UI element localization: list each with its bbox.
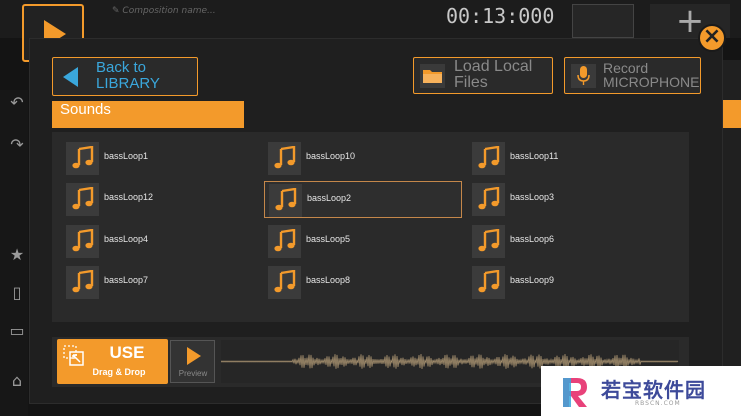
sound-item[interactable]: bassLoop11 xyxy=(468,140,666,177)
load-label: Load Local Files xyxy=(454,59,532,91)
composition-name-field[interactable]: ✎ Composition name... xyxy=(112,6,216,16)
sound-item[interactable]: bassLoop10 xyxy=(264,140,462,177)
left-sidebar: ↶ ↷ ★ ▯ ▭ ⌂ xyxy=(0,90,28,416)
music-note-icon xyxy=(274,146,296,169)
music-note-icon xyxy=(72,229,94,252)
sound-label: bassLoop9 xyxy=(510,275,555,285)
back-label-line1: Back to xyxy=(96,59,147,76)
load-label-line1: Load Local xyxy=(454,58,533,75)
record-microphone-button[interactable]: Record MICROPHONE xyxy=(564,57,701,94)
use-sublabel: Drag & Drop xyxy=(92,367,146,377)
back-label: Back to LIBRARY xyxy=(96,60,160,92)
sound-item[interactable]: bassLoop3 xyxy=(468,181,666,218)
music-note-tile xyxy=(66,183,99,216)
save-icon[interactable] xyxy=(572,4,634,38)
sounds-section-tab: Sounds xyxy=(52,101,244,128)
sound-label: bassLoop12 xyxy=(104,192,154,202)
time-display: 00:13:000 xyxy=(446,4,555,28)
sound-label: bassLoop5 xyxy=(306,234,351,244)
sound-label: bassLoop3 xyxy=(510,192,555,202)
music-note-tile xyxy=(269,184,302,217)
back-arrow-icon xyxy=(63,67,78,87)
sound-item[interactable]: bassLoop5 xyxy=(264,223,462,260)
sound-label: bassLoop11 xyxy=(510,151,559,161)
music-note-icon xyxy=(274,270,296,293)
music-note-tile xyxy=(268,142,301,175)
music-note-tile xyxy=(66,142,99,175)
sound-item[interactable]: bassLoop1 xyxy=(62,140,260,177)
music-note-icon xyxy=(275,188,297,211)
watermark-text: 若宝软件园 xyxy=(601,378,706,402)
sound-label: bassLoop8 xyxy=(306,275,351,285)
undo-icon[interactable]: ↶ xyxy=(8,94,26,112)
sound-label: bassLoop2 xyxy=(307,193,352,203)
music-note-icon xyxy=(478,229,500,252)
music-note-icon xyxy=(72,270,94,293)
folder-icon[interactable]: ▭ xyxy=(8,322,26,340)
star-icon[interactable]: ★ xyxy=(8,246,26,264)
sound-item[interactable]: bassLoop4 xyxy=(62,223,260,260)
sound-item[interactable]: bassLoop2 xyxy=(264,181,462,218)
music-note-tile xyxy=(472,266,505,299)
music-note-tile xyxy=(66,266,99,299)
load-local-files-button[interactable]: Load Local Files xyxy=(413,57,553,94)
home-icon[interactable]: ⌂ xyxy=(8,372,26,390)
use-drag-drop-button[interactable]: USE Drag & Drop xyxy=(57,339,168,384)
sound-label: bassLoop1 xyxy=(104,151,149,161)
record-label-line1: Record xyxy=(603,60,649,76)
sound-label: bassLoop4 xyxy=(104,234,149,244)
watermark-subtext: RBSCN.COM xyxy=(635,400,681,407)
preview-label: Preview xyxy=(178,369,208,378)
microphone-icon-tile xyxy=(571,64,596,88)
music-note-tile xyxy=(472,225,505,258)
music-note-tile xyxy=(472,142,505,175)
preview-button[interactable]: Preview xyxy=(170,340,215,383)
sound-item[interactable]: bassLoop6 xyxy=(468,223,666,260)
music-note-tile xyxy=(268,266,301,299)
sound-item[interactable]: bassLoop7 xyxy=(62,264,260,301)
microphone-icon xyxy=(577,66,590,85)
watermark: 若宝软件园 RBSCN.COM xyxy=(541,366,741,416)
music-note-icon xyxy=(274,229,296,252)
preview-play-icon xyxy=(187,347,201,365)
file-icon[interactable]: ▯ xyxy=(8,284,26,302)
folder-icon xyxy=(423,70,442,83)
record-label: Record MICROPHONE xyxy=(603,61,699,89)
music-note-icon xyxy=(72,146,94,169)
sound-label: bassLoop6 xyxy=(510,234,555,244)
sound-item[interactable]: bassLoop9 xyxy=(468,264,666,301)
music-note-icon xyxy=(478,270,500,293)
music-note-tile xyxy=(66,225,99,258)
close-icon[interactable]: × xyxy=(698,24,726,52)
music-note-tile xyxy=(268,225,301,258)
music-note-tile xyxy=(472,183,505,216)
redo-icon[interactable]: ↷ xyxy=(8,136,26,154)
music-note-icon xyxy=(478,187,500,210)
back-to-library-button[interactable]: Back to LIBRARY xyxy=(52,57,198,96)
composition-name-placeholder: Composition name... xyxy=(122,6,216,16)
load-label-line2: Files xyxy=(454,74,488,91)
folder-icon-tile xyxy=(420,64,445,88)
sound-item[interactable]: bassLoop8 xyxy=(264,264,462,301)
pencil-icon: ✎ xyxy=(112,6,120,16)
back-label-line2: LIBRARY xyxy=(96,75,160,92)
sound-item[interactable]: bassLoop12 xyxy=(62,181,260,218)
sound-label: bassLoop7 xyxy=(104,275,149,285)
sound-label: bassLoop10 xyxy=(306,151,356,161)
record-label-line2: MICROPHONE xyxy=(603,74,700,90)
music-note-icon xyxy=(478,146,500,169)
watermark-logo-icon xyxy=(563,378,587,407)
music-note-icon xyxy=(72,187,94,210)
